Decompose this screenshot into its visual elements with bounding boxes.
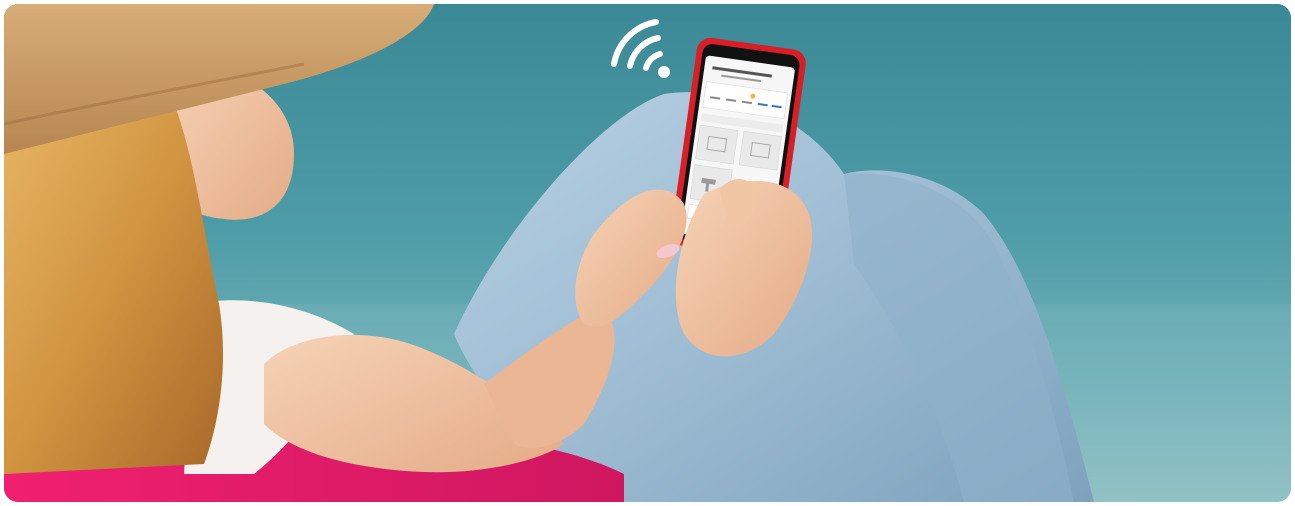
beach-phone-scene <box>4 4 1291 502</box>
photo-frame <box>4 4 1291 502</box>
tile-left <box>695 124 739 165</box>
tile-right <box>738 130 782 171</box>
